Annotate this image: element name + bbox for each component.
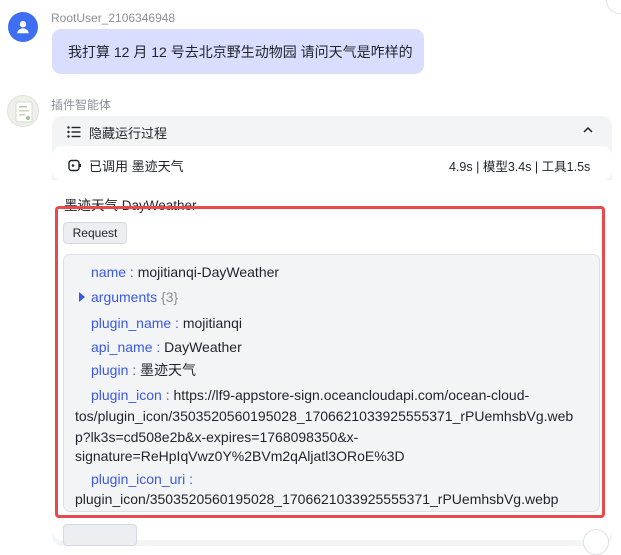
json-row-plugin-icon-uri: plugin_icon_uri :: [91, 471, 193, 487]
json-row-plugin-icon: plugin_icon : https://lf9-appstore-sign.…: [91, 387, 530, 403]
plugin-icon: [68, 159, 81, 172]
tool-title: 墨迹天气 DayWeather: [64, 198, 197, 213]
process-toggle[interactable]: 隐藏运行过程: [67, 122, 603, 142]
tool-called-indicator: 已调用 墨迹天气: [67, 156, 184, 175]
bot-avatar-icon: [15, 101, 33, 123]
top-right-floating-button[interactable]: [606, 0, 621, 14]
json-row-api-name: api_name : DayWeather: [91, 339, 242, 355]
user-message-bubble: 我打算 12 月 12 号去北京野生动物园 请问天气是咋样的: [52, 29, 424, 74]
json-row-plugin-name: plugin_name : mojitianqi: [91, 315, 242, 331]
request-label: Request: [72, 226, 118, 240]
user-icon: [17, 21, 29, 34]
list-icon: [67, 126, 81, 138]
called-label: 已调用 墨迹天气: [89, 159, 184, 174]
json-row-name: name : mojitianqi-DayWeather: [91, 264, 280, 280]
user-name: RootUser_2106346948: [51, 11, 176, 25]
expand-triangle-icon[interactable]: [79, 292, 85, 302]
timing-info: 4.9s | 模型3.4s | 工具1.5s: [449, 160, 591, 174]
json-row-plugin-icon-cont-2: p?lk3s=cd508e2b&x-expires=1768098350&x-: [75, 429, 359, 445]
scroll-to-bottom-button[interactable]: [583, 529, 609, 555]
chevron-up-icon[interactable]: [582, 124, 594, 136]
user-avatar: [8, 12, 38, 42]
json-row-plugin: plugin : 墨迹天气: [91, 362, 197, 378]
bot-avatar: [7, 95, 39, 127]
response-tab[interactable]: [63, 524, 137, 546]
bot-name: 插件智能体: [51, 98, 112, 112]
json-row-plugin-icon-cont-3: signature=ReHpIqVwz0Y%2BVm2qAljatl3ORoE%…: [75, 448, 405, 464]
request-tab[interactable]: Request: [63, 222, 127, 244]
json-row-plugin-icon-cont-1: tos/plugin_icon/3503520560195028_1706621…: [75, 408, 574, 424]
json-row-plugin-icon-uri-value: plugin_icon/3503520560195028_17066210339…: [75, 491, 559, 507]
process-toggle-label: 隐藏运行过程: [89, 125, 168, 141]
user-message-text: 我打算 12 月 12 号去北京野生动物园 请问天气是咋样的: [68, 43, 413, 60]
json-row-arguments[interactable]: arguments {3}: [79, 287, 178, 308]
